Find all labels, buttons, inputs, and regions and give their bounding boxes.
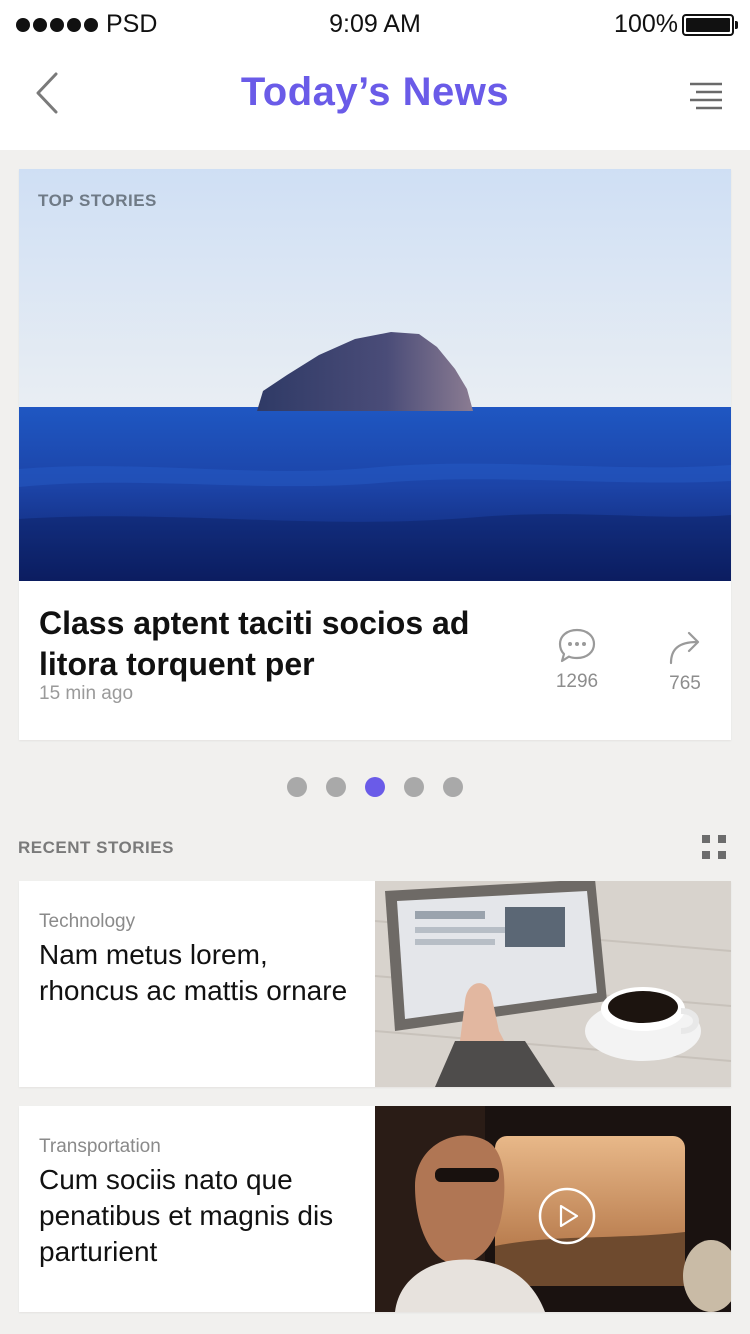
top-story-time: 15 min ago xyxy=(39,683,134,704)
comments-count: 1296 xyxy=(555,671,599,692)
story-category: Technology xyxy=(39,911,136,932)
status-bar: PSD 9:09 AM 100% xyxy=(0,0,750,50)
speech-bubble-icon xyxy=(558,628,596,663)
story-category: Transportation xyxy=(39,1136,161,1157)
story-title[interactable]: Nam metus lorem, rhoncus ac mattis ornar… xyxy=(39,937,369,1009)
page-dot-active[interactable] xyxy=(365,777,385,797)
top-story-card[interactable]: TOP STORIES Class aptent taciti socios a… xyxy=(19,169,731,740)
share-button[interactable]: 765 xyxy=(645,627,725,695)
battery-percent: 100% xyxy=(614,10,678,38)
page-dot[interactable] xyxy=(443,777,463,797)
page-dot[interactable] xyxy=(287,777,307,797)
page-dot[interactable] xyxy=(326,777,346,797)
share-arrow-icon xyxy=(669,631,700,665)
story-thumbnail-tablet-coffee xyxy=(375,881,731,1087)
shares-count: 765 xyxy=(669,673,701,694)
battery-icon xyxy=(682,13,738,36)
page-dot[interactable] xyxy=(404,777,424,797)
carousel-pagination xyxy=(0,777,750,797)
battery-status: 100% xyxy=(614,10,738,39)
top-story-image: TOP STORIES xyxy=(19,169,731,581)
recent-stories-label: RECENT STORIES xyxy=(18,838,174,857)
comments-button[interactable]: 1296 xyxy=(537,627,617,693)
story-card-transportation[interactable]: Transportation Cum sociis nato que penat… xyxy=(19,1106,731,1312)
grid-view-icon xyxy=(702,835,726,859)
page-title: Today’s News xyxy=(240,70,510,114)
menu-button[interactable] xyxy=(688,80,724,114)
story-thumbnail-video[interactable] xyxy=(375,1106,731,1312)
grid-view-button[interactable] xyxy=(701,834,727,860)
top-story-headline[interactable]: Class aptent taciti socios ad litora tor… xyxy=(39,603,509,685)
top-bar: PSD 9:09 AM 100% Today’s News xyxy=(0,0,750,150)
menu-lines-icon xyxy=(690,82,722,110)
top-stories-label: TOP STORIES xyxy=(38,191,157,210)
story-title[interactable]: Cum sociis nato que penatibus et magnis … xyxy=(39,1162,369,1270)
story-card-technology[interactable]: Technology Nam metus lorem, rhoncus ac m… xyxy=(19,881,731,1087)
